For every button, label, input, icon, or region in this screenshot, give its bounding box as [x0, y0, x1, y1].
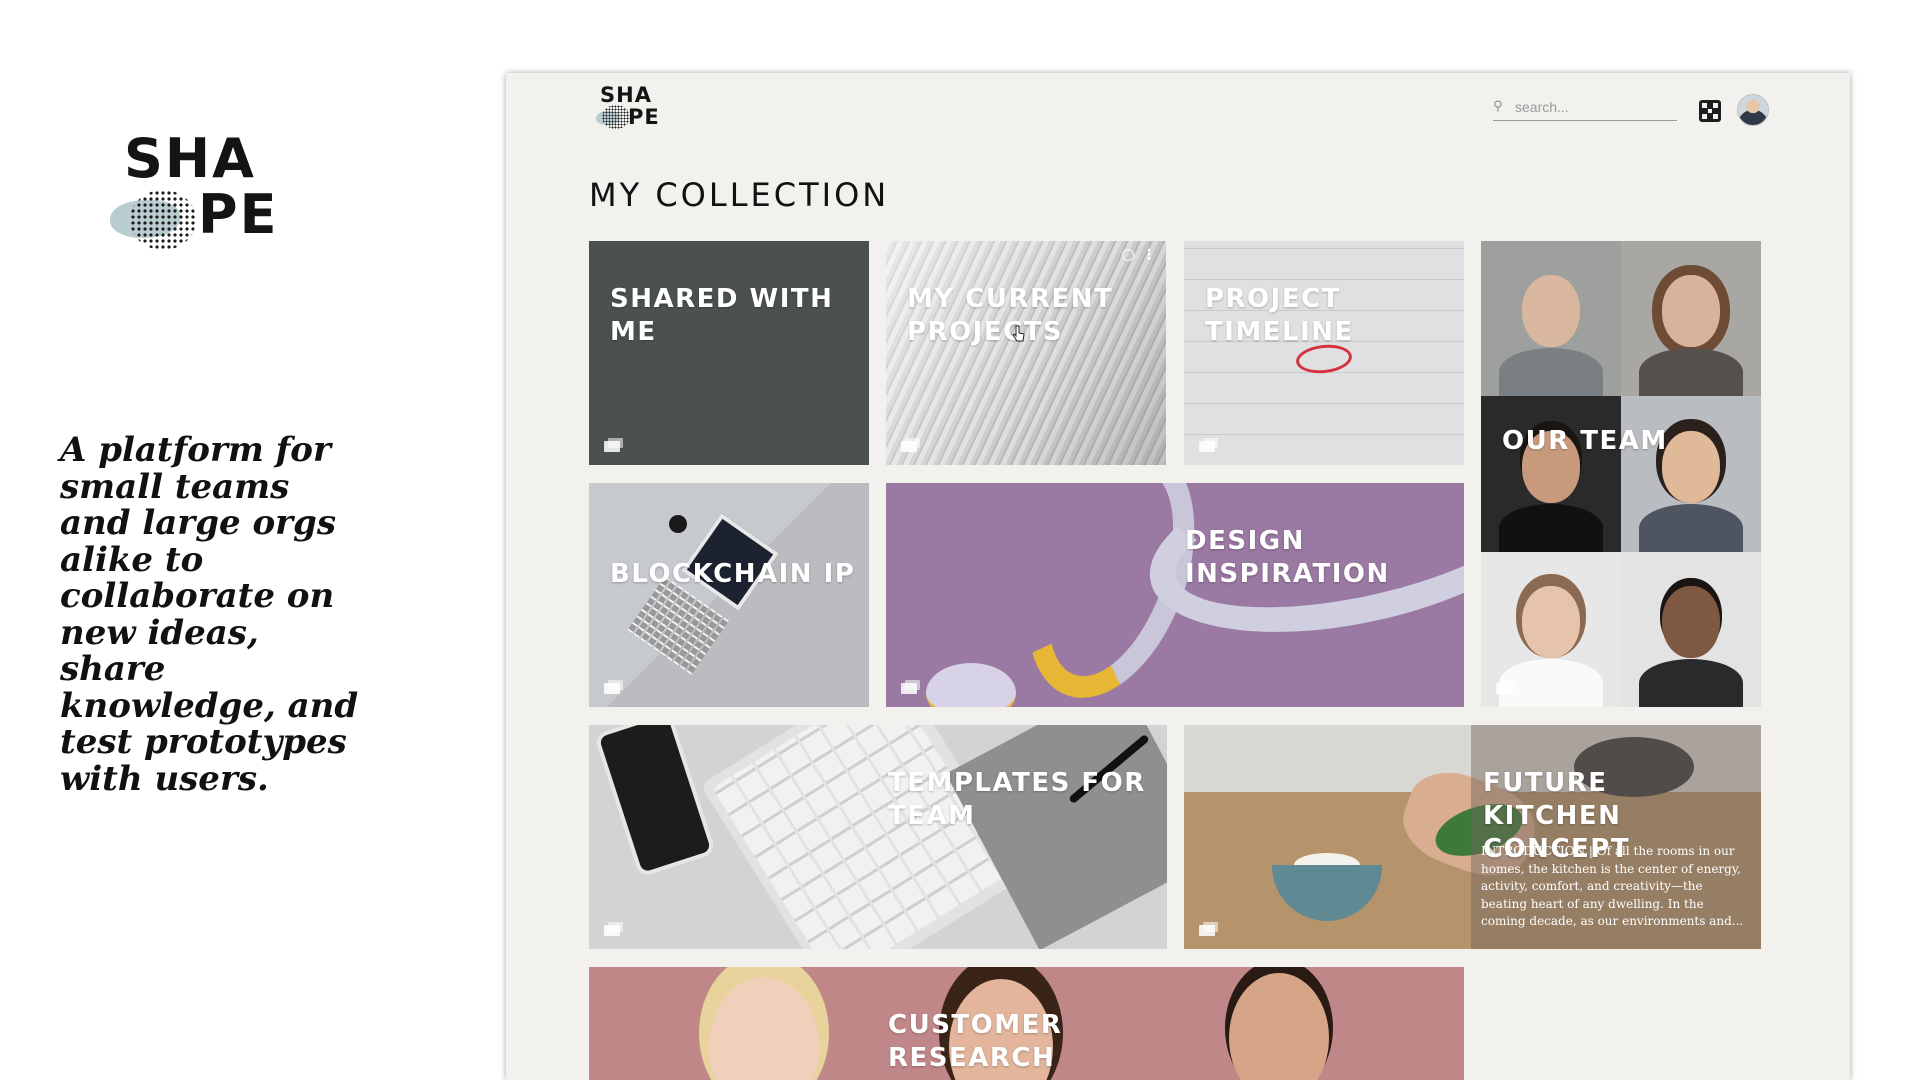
search-icon[interactable]: ⚲: [1493, 99, 1509, 115]
card-design-inspiration[interactable]: DESIGN INSPIRATION: [886, 483, 1464, 707]
logo-halftone: [130, 190, 196, 250]
card-customer-research[interactable]: CUSTOMER RESEARCH: [589, 967, 1464, 1080]
image-decoration: [669, 515, 687, 533]
app-logo-halftone: [602, 105, 630, 129]
search-bar: ⚲: [1493, 93, 1677, 121]
select-circle-icon[interactable]: [1122, 249, 1134, 261]
logo-text-bottom: PE: [198, 183, 279, 246]
card-description: INTRODUCTION | Of all the rooms in our h…: [1481, 844, 1744, 928]
app-logo-text-top: SHA: [600, 83, 652, 107]
more-options-icon[interactable]: ⋮: [1142, 248, 1156, 262]
collection-icon: [901, 438, 920, 452]
page-title: MY COLLECTION: [589, 176, 890, 214]
card-title: DESIGN INSPIRATION: [1185, 526, 1390, 589]
app-window: SHA PE ⚲ MY COLLECTION SHARED WITH ME ⋮ …: [506, 73, 1850, 1080]
collection-icon: [901, 680, 920, 694]
card-menu: ⋮: [1122, 248, 1156, 262]
card-title: SHARED WITH ME: [610, 284, 834, 347]
app-logo-text-bottom: PE: [628, 105, 660, 129]
app-logo[interactable]: SHA PE: [594, 85, 674, 133]
organization-icon[interactable]: [1699, 100, 1721, 122]
card-my-current-projects[interactable]: ⋮ MY CURRENT PROJECTS: [886, 241, 1166, 465]
team-photo: [1621, 551, 1761, 707]
card-title: PROJECT TIMELINE: [1205, 284, 1354, 347]
card-templates-for-team[interactable]: TEMPLATES FOR TEAM: [589, 725, 1167, 949]
card-title: CUSTOMER RESEARCH: [888, 1010, 1063, 1073]
team-photo: [1621, 396, 1761, 552]
card-our-team[interactable]: OUR TEAM: [1481, 241, 1761, 707]
tagline: A platform for small teams and large org…: [60, 430, 359, 799]
collection-icon: [1496, 680, 1515, 694]
image-decoration: [926, 663, 1016, 707]
user-avatar[interactable]: [1737, 94, 1769, 126]
hand-cursor-icon: [1012, 325, 1025, 342]
image-decoration: [712, 725, 1012, 949]
card-title: MY CURRENT PROJECTS: [907, 284, 1114, 347]
collection-icon: [604, 680, 623, 694]
team-photo: [1481, 396, 1621, 552]
collection-icon: [1199, 438, 1218, 452]
card-title: BLOCKCHAIN IP: [610, 559, 856, 589]
image-decoration: [709, 977, 819, 1080]
card-title: OUR TEAM: [1502, 426, 1668, 456]
image-decoration: [593, 725, 717, 878]
image-decoration: [1272, 865, 1382, 921]
logo-text-top: SHA: [124, 127, 256, 190]
card-title: TEMPLATES FOR TEAM: [888, 768, 1146, 831]
brand-logo: SHA PE: [110, 132, 310, 252]
team-photo-grid: [1481, 241, 1761, 707]
card-blockchain-ip[interactable]: BLOCKCHAIN IP: [589, 483, 869, 707]
card-shared-with-me[interactable]: SHARED WITH ME: [589, 241, 869, 465]
team-photo: [1621, 241, 1761, 397]
image-decoration: [1229, 973, 1329, 1080]
image-decoration: [945, 725, 1167, 949]
search-input[interactable]: [1515, 98, 1665, 115]
collection-icon: [604, 922, 623, 936]
card-project-timeline[interactable]: PROJECT TIMELINE: [1184, 241, 1464, 465]
card-future-kitchen-concept[interactable]: FUTURE KITCHEN CONCEPT INTRODUCTION | Of…: [1184, 725, 1761, 949]
collection-icon: [1199, 922, 1218, 936]
collection-icon: [604, 438, 623, 452]
team-photo: [1481, 241, 1621, 397]
